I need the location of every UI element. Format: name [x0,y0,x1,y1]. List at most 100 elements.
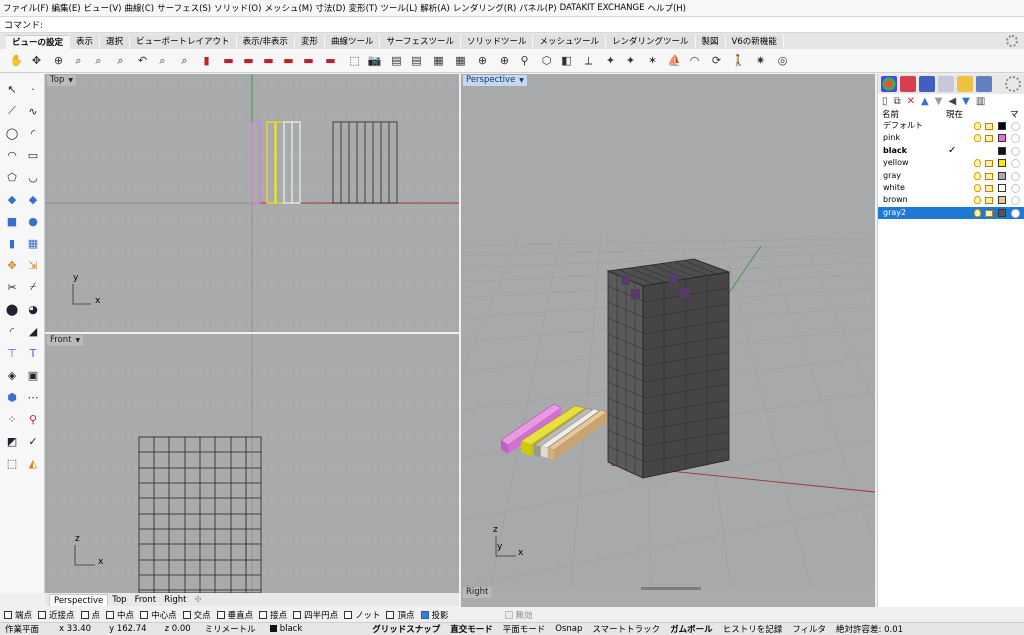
curve-icon[interactable]: ∿ [24,102,42,120]
array-icon[interactable]: ⬢ [3,388,21,406]
dimension-icon[interactable]: ⊤ [3,344,21,362]
menu-item[interactable]: ヘルプ(H) [647,2,689,14]
walk-icon[interactable]: 🚶 [730,52,747,69]
gear-icon[interactable] [1006,35,1018,47]
units-label[interactable]: ミリメートル [200,623,261,635]
osnap-checkbox[interactable]: 中心点 [140,609,177,621]
zoom-target-icon[interactable]: ⌕ [154,52,171,69]
block-icon[interactable]: ▣ [24,366,42,384]
lock-icon[interactable] [985,197,993,205]
viewport-tab-front[interactable]: Front [131,594,161,606]
cplane-label[interactable]: 作業平面 [0,623,44,635]
arc-icon[interactable]: ◜ [24,124,42,142]
layer-color-swatch[interactable] [998,134,1006,143]
menu-item[interactable]: 解析(A) [420,2,452,14]
menu-item[interactable]: メッシュ(M) [264,2,315,14]
car-perspective-icon[interactable]: ▬ [300,52,317,69]
lock-icon[interactable] [985,135,993,143]
lock-icon[interactable] [985,184,993,192]
undo-view-icon[interactable]: ↶ [134,52,151,69]
zoom-window-icon[interactable]: ⌕ [70,52,87,69]
analyze-icon[interactable]: ⚲ [24,410,42,428]
layer-row[interactable]: black ✓ [878,145,1024,157]
layer-row[interactable]: デフォルト [878,120,1024,132]
planar-toggle[interactable]: 平面モード [498,623,551,635]
layer-row[interactable]: brown [878,194,1024,206]
compass-icon[interactable]: ◎ [774,52,791,69]
fillet-icon[interactable]: ◜ [3,322,21,340]
toolbar-tab[interactable]: V6の新機能 [725,35,784,49]
toolbar-tab[interactable]: ビューポートレイアウト [130,35,237,49]
box-icon[interactable]: ■ [3,212,21,230]
visibility-bulb-icon[interactable] [974,134,981,143]
rectangle-icon[interactable]: ▭ [24,146,42,164]
toolbar-tab[interactable]: 変形 [294,35,325,49]
lock-icon[interactable] [985,160,993,168]
layer-row[interactable]: pink [878,132,1024,144]
named-view-icon[interactable]: ▤ [388,52,405,69]
checkbox-box[interactable] [4,610,12,619]
car-top-icon[interactable]: ▬ [280,52,297,69]
toolbar-tab[interactable]: メッシュツール [533,35,606,49]
menu-item[interactable]: ファイル(F) [3,2,52,14]
menu-item[interactable]: 寸法(D) [315,2,348,14]
car-iso-icon[interactable]: ▬ [322,52,339,69]
menu-item[interactable]: ソリッド(O) [214,2,264,14]
car-icon[interactable]: ▬ [240,52,257,69]
zoom-selected-icon[interactable]: ⌕ [112,52,129,69]
viewport-label-top[interactable]: Top ▼ [47,75,76,86]
menu-item[interactable]: サーフェス(S) [157,2,214,14]
checkbox-box[interactable] [216,610,225,619]
visibility-bulb-icon[interactable] [974,196,981,205]
split-icon[interactable]: ⌿ [24,278,42,296]
clipping-plane-icon[interactable]: ▦ [430,52,447,69]
camera-icon[interactable]: 📷 [366,52,383,69]
circle-icon[interactable]: ◯ [3,124,21,142]
cplane-icon[interactable]: ▦ [452,52,469,69]
new-sublayer-icon[interactable]: ⧉ [894,96,901,107]
layer-color-swatch[interactable] [998,171,1006,180]
current-layer[interactable]: black [265,624,308,634]
properties-tab-icon[interactable] [881,76,897,92]
gear-icon[interactable] [1005,76,1021,92]
layer-color-swatch[interactable] [998,122,1006,130]
osnap-toggle[interactable]: Osnap [550,624,587,634]
material-circle-icon[interactable] [1011,183,1020,193]
checkbox-box[interactable] [420,610,429,619]
boolean-diff-icon[interactable]: ◕ [24,300,42,318]
osnap-checkbox[interactable]: 点 [80,609,100,621]
material-circle-icon[interactable] [1011,146,1020,156]
visibility-bulb-icon[interactable] [974,159,981,168]
cylinder-icon[interactable]: ▮ [3,234,21,252]
visibility-bulb-icon[interactable] [974,208,981,217]
viewport-label-front[interactable]: Front ▼ [47,335,84,346]
menu-item[interactable]: DATAKIT EXCHANGE [560,3,648,13]
save-view-icon[interactable]: ▤ [408,52,425,69]
layer-tools-icon[interactable]: ▥ [976,96,985,107]
smart-track-toggle[interactable]: スマートトラック [587,623,665,635]
point-icon[interactable]: · [24,80,42,98]
align-plane-icon[interactable]: ⟂ [580,52,597,69]
osnap-disable-checkbox[interactable]: 無効 [504,609,533,621]
plane-elevation-icon[interactable]: ⛵ [666,52,683,69]
material-circle-icon[interactable] [1011,208,1020,218]
layout-icon[interactable]: ⋯ [24,388,42,406]
toolbar-tab[interactable]: 曲線ツール [324,35,381,49]
grid-snap-toggle[interactable]: グリッドスナップ [367,623,445,635]
polyline-icon[interactable]: ⟋ [3,102,21,120]
layer-row[interactable]: white [878,182,1024,194]
car-side-icon[interactable]: ▬ [220,52,237,69]
rotate-360-icon[interactable]: ⟳ [708,52,725,69]
material-circle-icon[interactable] [1011,196,1020,206]
car-front-icon[interactable]: ▮ [198,52,215,69]
mesh-icon[interactable]: ▦ [24,234,42,252]
filter-toggle[interactable]: フィルタ [787,623,831,635]
checkbox-box[interactable] [140,610,149,619]
toolbar-tab[interactable]: ビューの設定 [6,35,71,49]
zoom-extents-icon[interactable]: ⌕ [90,52,107,69]
arc-3pt-icon[interactable]: ◠ [3,146,21,164]
sphere-icon[interactable]: ● [24,212,42,230]
lock-icon[interactable] [985,209,993,217]
display-tab-icon[interactable] [938,76,954,92]
material-circle-icon[interactable] [1011,159,1020,169]
